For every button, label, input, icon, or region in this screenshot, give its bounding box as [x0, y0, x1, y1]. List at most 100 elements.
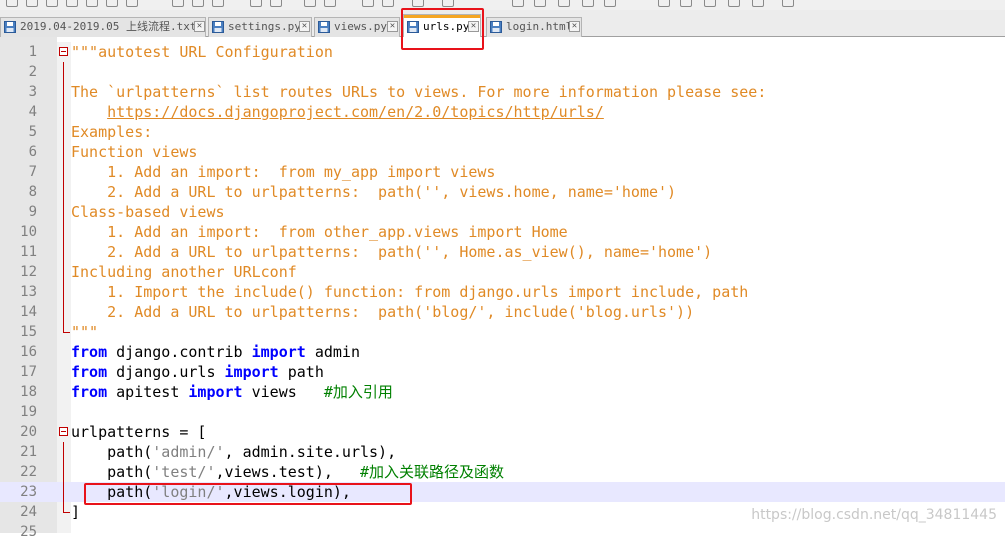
code-line-current[interactable]: 23 path('login/',views.login),	[0, 482, 1005, 502]
close-tab-icon[interactable]: ✕	[569, 21, 580, 32]
code-text: urlpatterns = [	[71, 423, 207, 441]
code-line[interactable]: 1 """autotest URL Configuration	[0, 42, 1005, 62]
keyword: from	[71, 383, 108, 401]
zoom-out-icon[interactable]	[382, 0, 394, 7]
print-icon[interactable]	[126, 0, 138, 7]
paste-icon[interactable]	[212, 0, 224, 7]
file-saved-icon	[212, 21, 224, 33]
code-line[interactable]: 4 https://docs.djangoproject.com/en/2.0/…	[0, 102, 1005, 122]
code-line[interactable]: 7 1. Add an import: from my_app import v…	[0, 162, 1005, 182]
show-all-chars-icon[interactable]	[512, 0, 524, 7]
code-line[interactable]: 11 2. Add a URL to urlpatterns: path('',…	[0, 242, 1005, 262]
code-editor[interactable]: 1 """autotest URL Configuration 2 3 The …	[0, 37, 1005, 540]
docs-link[interactable]: https://docs.djangoproject.com/en/2.0/to…	[107, 103, 604, 121]
close-tab-icon[interactable]: ✕	[299, 21, 310, 32]
keyword: import	[188, 383, 243, 401]
spell-check-icon[interactable]	[782, 0, 794, 7]
function-list-icon[interactable]	[604, 0, 616, 7]
code-line[interactable]: 20 urlpatterns = [	[0, 422, 1005, 442]
tab-views-py[interactable]: views.py ✕	[314, 17, 400, 37]
line-number: 15	[20, 324, 37, 340]
fold-guide	[57, 102, 71, 122]
fold-guide	[57, 162, 71, 182]
line-number: 21	[20, 444, 37, 460]
tab-settings-py[interactable]: settings.py ✕	[208, 17, 312, 37]
record-macro-icon[interactable]	[658, 0, 670, 7]
copy-icon[interactable]	[192, 0, 204, 7]
code-text: path('login/',views.login),	[71, 482, 351, 502]
code-line[interactable]: 22 path('test/',views.test), #加入关联路径及函数	[0, 462, 1005, 482]
import-name: admin	[305, 343, 360, 361]
fold-toggle-icon[interactable]	[57, 42, 71, 62]
fold-guide	[57, 482, 71, 502]
code-line[interactable]: 21 path('admin/', admin.site.urls),	[0, 442, 1005, 462]
line-number: 18	[20, 384, 37, 400]
close-tab-icon[interactable]: ✕	[387, 21, 398, 32]
code-line[interactable]: 10 1. Add an import: from other_app.view…	[0, 222, 1005, 242]
language-icon[interactable]	[558, 0, 570, 7]
tab-login-html[interactable]: login.html ✕	[486, 17, 582, 37]
close-tab-icon[interactable]: ✕	[468, 21, 479, 32]
code-token: path(	[71, 483, 153, 501]
code-line[interactable]: 17 from django.urls import path	[0, 362, 1005, 382]
code-line[interactable]: 16 from django.contrib import admin	[0, 342, 1005, 362]
code-line[interactable]: 18 from apitest import views #加入引用	[0, 382, 1005, 402]
close-file-icon[interactable]	[86, 0, 98, 7]
word-wrap-icon[interactable]	[442, 0, 454, 7]
code-line[interactable]: 3 The `urlpatterns` list routes URLs to …	[0, 82, 1005, 102]
code-line[interactable]: 5 Examples:	[0, 122, 1005, 142]
code-line[interactable]: 15 """	[0, 322, 1005, 342]
fold-guide	[57, 462, 71, 482]
code-line[interactable]: 13 1. Import the include() function: fro…	[0, 282, 1005, 302]
code-text: ]	[71, 503, 81, 521]
code-text: Function views	[71, 143, 198, 161]
close-all-icon[interactable]	[106, 0, 118, 7]
fold-guide	[57, 202, 71, 222]
tab-deploy-notes[interactable]: 2019.04-2019.05 上线流程.txt ✕	[0, 17, 206, 37]
redo-icon[interactable]	[270, 0, 282, 7]
code-line[interactable]: 12 Including another URLconf	[0, 262, 1005, 282]
tab-label: 2019.04-2019.05 上线流程.txt	[20, 20, 197, 33]
code-area[interactable]: 1 """autotest URL Configuration 2 3 The …	[0, 42, 1005, 542]
find-icon[interactable]	[304, 0, 316, 7]
save-macro-icon[interactable]	[752, 0, 764, 7]
cut-icon[interactable]	[172, 0, 184, 7]
code-token: path(	[71, 443, 153, 461]
zoom-in-icon[interactable]	[362, 0, 374, 7]
indent-guide-icon[interactable]	[534, 0, 546, 7]
play-macro-icon[interactable]	[704, 0, 716, 7]
open-file-icon[interactable]	[26, 0, 38, 7]
undo-icon[interactable]	[250, 0, 262, 7]
line-number: 8	[28, 184, 37, 200]
line-number: 25	[20, 524, 37, 540]
file-saved-icon	[490, 21, 502, 33]
code-line[interactable]: 25	[0, 522, 1005, 542]
code-token: , admin.site.urls),	[224, 443, 397, 461]
code-line[interactable]: 2	[0, 62, 1005, 82]
string-literal: 'login/'	[152, 483, 225, 501]
save-all-icon[interactable]	[66, 0, 78, 7]
code-line[interactable]: 6 Function views	[0, 142, 1005, 162]
fold-guide	[57, 302, 71, 322]
new-file-icon[interactable]	[6, 0, 18, 7]
code-line[interactable]: 14 2. Add a URL to urlpatterns: path('bl…	[0, 302, 1005, 322]
fold-toggle-icon[interactable]	[57, 422, 71, 442]
replace-icon[interactable]	[324, 0, 336, 7]
run-macro-icon[interactable]	[728, 0, 740, 7]
stop-macro-icon[interactable]	[680, 0, 692, 7]
code-line[interactable]: 9 Class-based views	[0, 202, 1005, 222]
close-tab-icon[interactable]: ✕	[194, 21, 205, 32]
tab-bar: 2019.04-2019.05 上线流程.txt ✕ settings.py ✕…	[0, 10, 1005, 37]
tab-urls-py[interactable]: urls.py ✕	[403, 14, 481, 37]
fold-end	[57, 502, 71, 522]
line-number: 2	[28, 64, 37, 80]
line-number: 5	[28, 124, 37, 140]
doc-map-icon[interactable]	[582, 0, 594, 7]
fold-guide	[57, 262, 71, 282]
line-number: 6	[28, 144, 37, 160]
save-icon[interactable]	[46, 0, 58, 7]
code-line[interactable]: 19	[0, 402, 1005, 422]
sync-scroll-icon[interactable]	[412, 0, 424, 7]
code-line[interactable]: 8 2. Add a URL to urlpatterns: path('', …	[0, 182, 1005, 202]
